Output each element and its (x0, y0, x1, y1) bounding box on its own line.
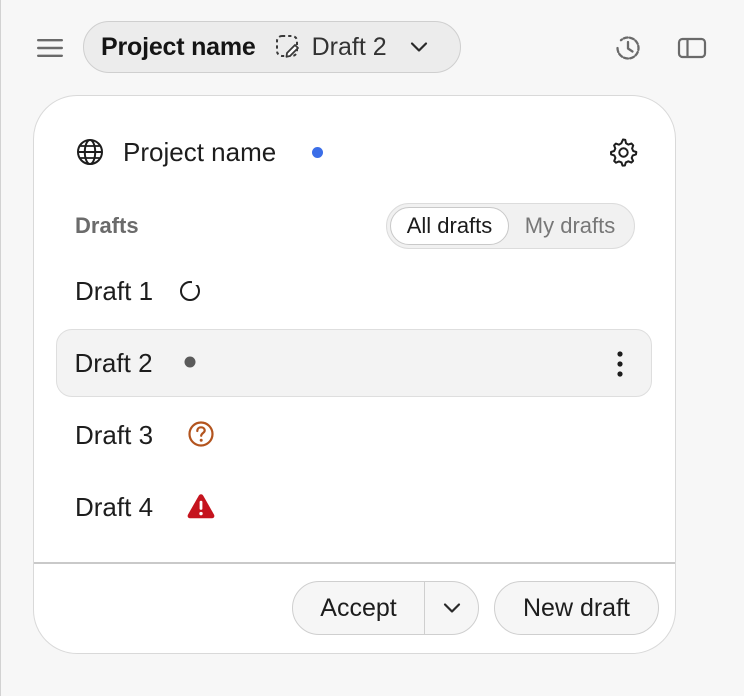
draft-more-options-button[interactable] (605, 347, 635, 381)
warning-triangle-icon (186, 491, 216, 521)
question-circle-icon (186, 419, 216, 449)
toggle-sidebar-button[interactable] (674, 31, 710, 65)
filter-all-drafts[interactable]: All drafts (390, 207, 509, 245)
drafts-panel: Project name Drafts All drafts My drafts… (33, 95, 676, 654)
drafts-section-label: Drafts (75, 213, 139, 238)
history-button[interactable] (610, 31, 646, 65)
globe-icon (77, 139, 103, 165)
unsaved-indicator-dot (312, 147, 323, 158)
draft-row[interactable]: Draft 1 (56, 257, 652, 325)
window-edge (0, 0, 1, 696)
accept-options-button[interactable] (425, 582, 478, 634)
dashed-draft-icon (275, 34, 301, 60)
new-draft-button[interactable]: New draft (494, 581, 659, 635)
hamburger-menu-icon (37, 39, 63, 57)
accept-split-button: Accept (292, 581, 479, 635)
draft-row[interactable]: Draft 4 (56, 473, 652, 541)
menu-button[interactable] (30, 30, 70, 66)
current-draft-label: Draft 2 (311, 32, 387, 61)
more-vertical-icon (617, 351, 623, 377)
draft-row[interactable]: Draft 3 (56, 401, 652, 469)
panel-footer-divider (34, 562, 675, 564)
draft-name: Draft 2 (74, 347, 153, 378)
project-name-label: Project name (101, 32, 256, 61)
gear-icon (610, 138, 638, 167)
draft-name: Draft 3 (75, 420, 154, 450)
filter-my-drafts[interactable]: My drafts (509, 207, 631, 245)
drafts-filter-toggle: All drafts My drafts (386, 203, 635, 249)
project-draft-selector[interactable]: Project name Draft 2 (83, 21, 461, 73)
draft-name: Draft 4 (75, 492, 154, 522)
gray-dot-icon (175, 347, 205, 377)
history-clock-icon (616, 36, 640, 60)
chevron-down-icon (409, 37, 429, 57)
chevron-down-icon (443, 603, 460, 613)
project-settings-button[interactable] (606, 135, 640, 169)
accept-button[interactable]: Accept (293, 582, 425, 634)
draft-row-selected[interactable]: Draft 2 (56, 329, 652, 397)
panel-project-title: Project name (123, 137, 277, 167)
draft-name: Draft 1 (75, 276, 154, 306)
loading-circle-icon (175, 276, 205, 306)
sidebar-panel-icon (677, 37, 707, 59)
